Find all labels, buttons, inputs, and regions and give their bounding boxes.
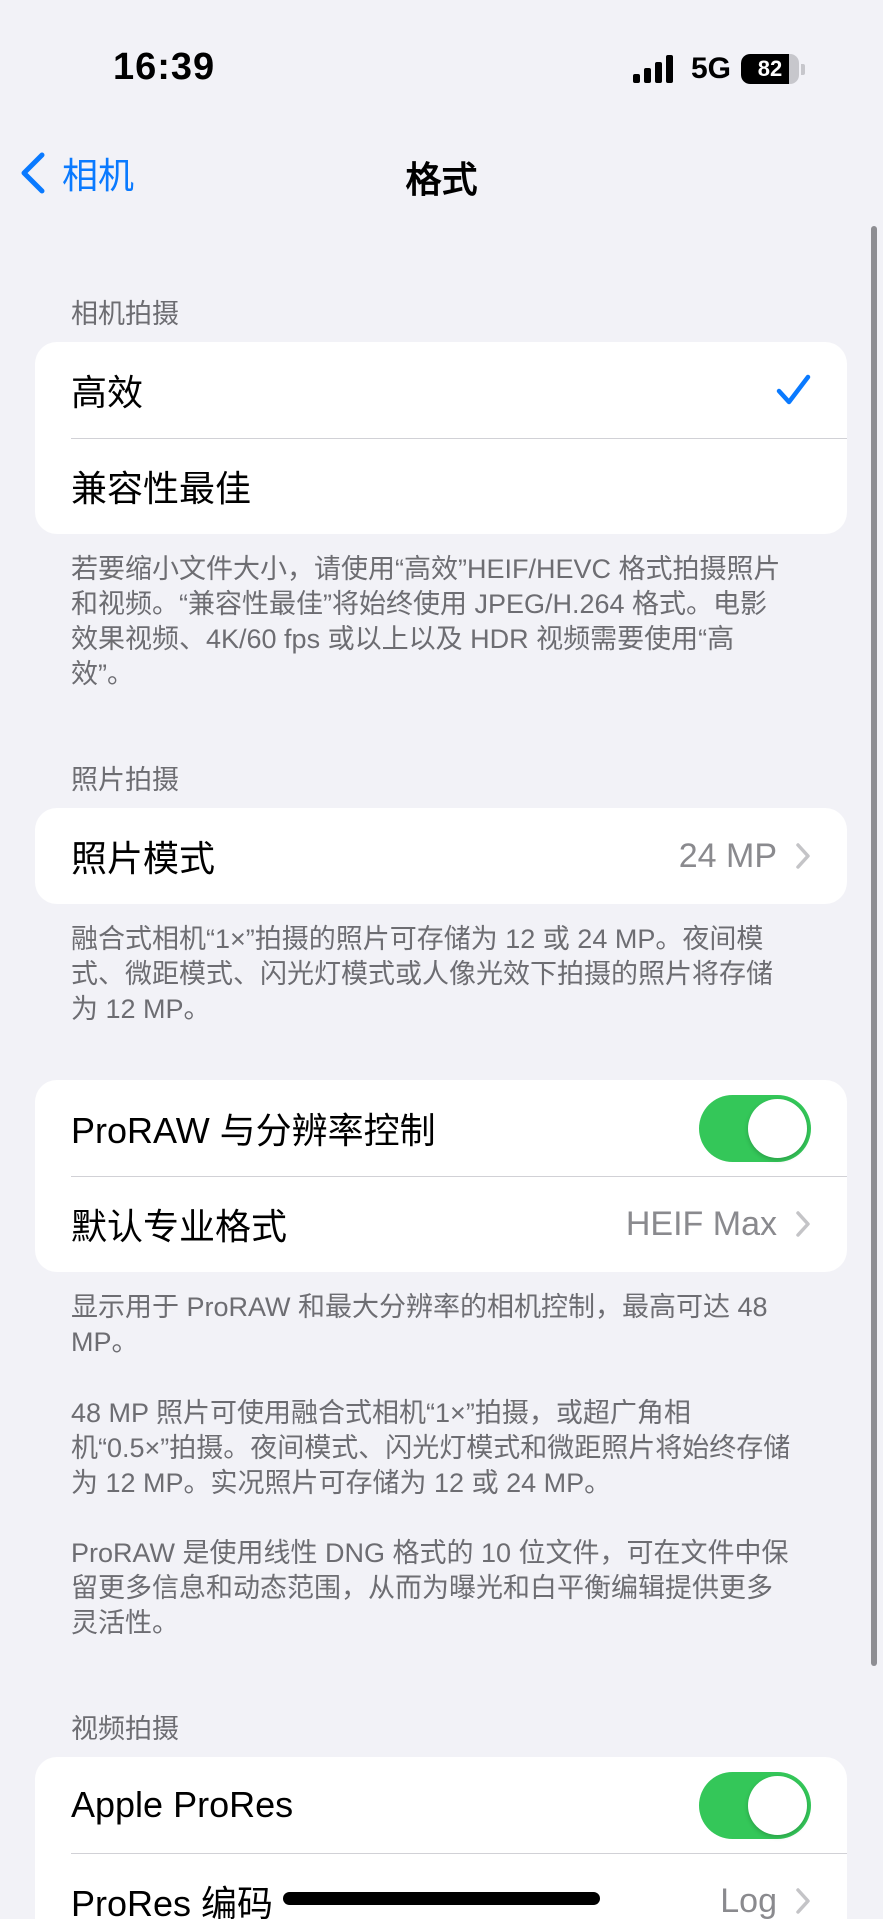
photo-mode-label: 照片模式 (71, 838, 216, 879)
option-label: 兼容性最佳 (71, 468, 252, 509)
prores-toggle[interactable] (699, 1771, 811, 1839)
proraw-footer-2: 48 MP 照片可使用融合式相机“1×”拍摄，或超广角相机“0.5×”拍摄。夜间… (71, 1398, 791, 1498)
default-pro-format-row[interactable]: 默认专业格式 HEIF Max (35, 1176, 847, 1272)
chevron-right-icon (796, 1211, 810, 1237)
section-header-photo-capture: 照片拍摄 (71, 765, 179, 795)
battery-icon: 82 (741, 54, 799, 84)
default-pro-format-label: 默认专业格式 (71, 1206, 288, 1247)
section-header-camera-capture: 相机拍摄 (71, 299, 179, 329)
prores-row: Apple ProRes (35, 1757, 847, 1853)
proraw-label: ProRAW 与分辨率控制 (71, 1110, 436, 1151)
toggle-knob (748, 1775, 807, 1835)
photo-capture-footer: 融合式相机“1×”拍摄的照片可存储为 12 或 24 MP。夜间模式、微距模式、… (71, 924, 773, 1024)
home-indicator[interactable] (283, 1892, 600, 1905)
checkmark-icon (776, 374, 811, 405)
proraw-toggle[interactable] (699, 1094, 811, 1162)
battery-cap (801, 63, 805, 75)
status-indicators: 5G 82 (632, 52, 805, 86)
proraw-group: ProRAW 与分辨率控制 默认专业格式 HEIF Max (35, 1080, 847, 1272)
cellular-signal-icon (632, 55, 677, 83)
photo-mode-row[interactable]: 照片模式 24 MP (35, 808, 847, 904)
proraw-row: ProRAW 与分辨率控制 (35, 1080, 847, 1176)
toggle-knob (748, 1098, 807, 1158)
scrollbar[interactable] (871, 226, 877, 1666)
page-title: 格式 (405, 159, 478, 200)
status-time: 16:39 (113, 46, 216, 88)
camera-capture-group: 高效 兼容性最佳 (35, 342, 847, 534)
proraw-footer-3: ProRAW 是使用线性 DNG 格式的 10 位文件，可在文件中保留更多信息和… (71, 1538, 789, 1638)
prores-encoding-row[interactable]: ProRes 编码 Log (35, 1853, 847, 1919)
settings-page: 16:39 5G 82 相机 格式 相机拍摄 高效 兼容性最佳 若要缩小文件大小… (0, 0, 883, 1919)
photo-mode-value: 24 MP (678, 836, 777, 875)
camera-capture-footer: 若要缩小文件大小，请使用“高效”HEIF/HEVC 格式拍摄照片和视频。“兼容性… (71, 554, 781, 689)
section-header-video-capture: 视频拍摄 (71, 1714, 179, 1744)
chevron-right-icon (796, 1888, 810, 1914)
option-high-efficiency[interactable]: 高效 (35, 342, 847, 438)
battery-percent: 82 (757, 56, 783, 81)
prores-encoding-value: Log (720, 1881, 777, 1919)
chevron-right-icon (796, 843, 810, 869)
network-type: 5G (690, 52, 731, 85)
default-pro-format-value: HEIF Max (625, 1204, 777, 1243)
proraw-footer-1: 显示用于 ProRAW 和最大分辨率的相机控制，最高可达 48 MP。 (71, 1292, 768, 1357)
photo-capture-group: 照片模式 24 MP (35, 808, 847, 904)
option-label: 高效 (71, 372, 144, 413)
prores-label: Apple ProRes (71, 1784, 294, 1825)
option-most-compatible[interactable]: 兼容性最佳 (35, 438, 847, 534)
